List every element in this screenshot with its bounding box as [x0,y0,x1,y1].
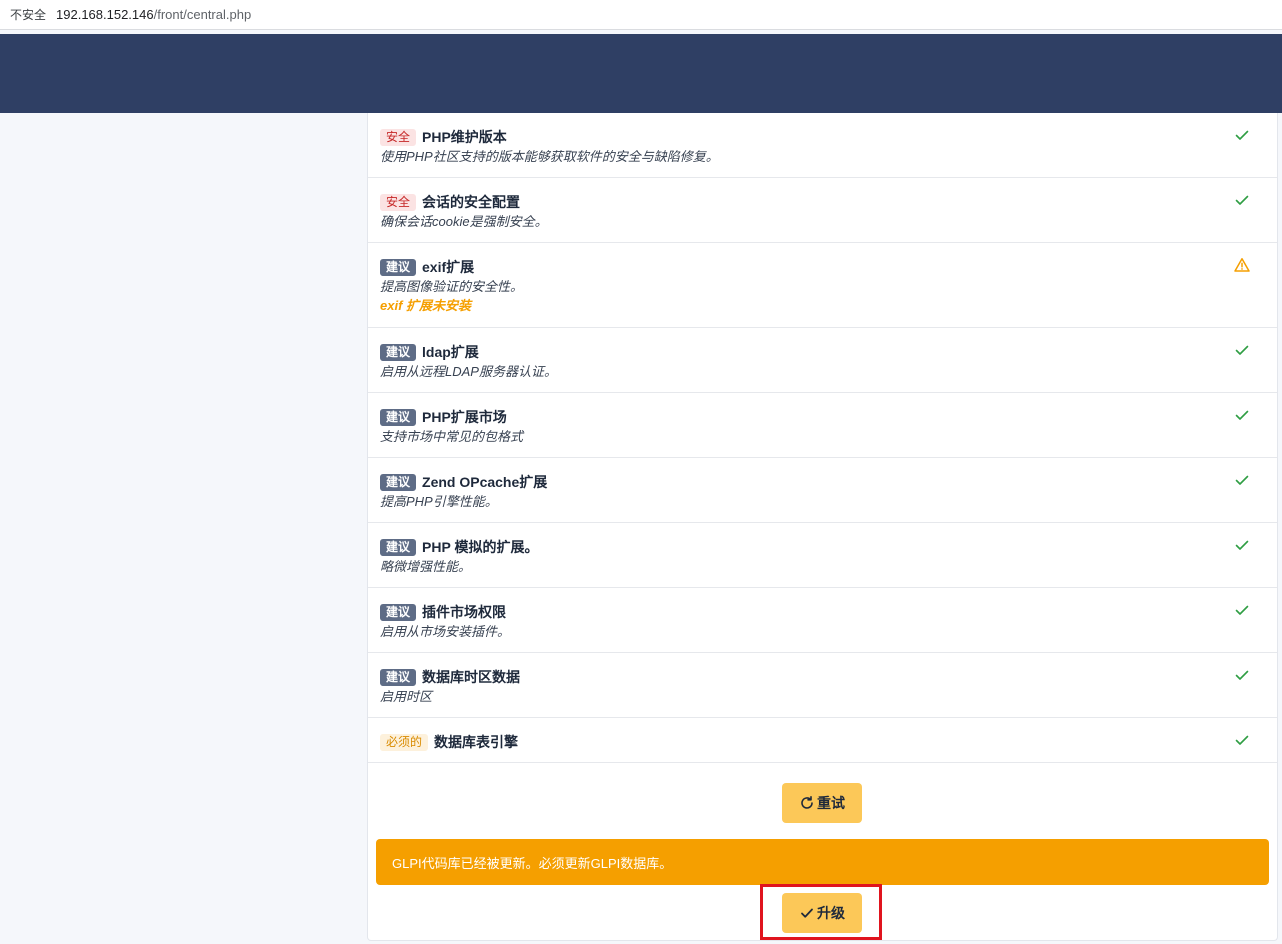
requirement-header: 建议 ldap扩展 [380,342,1265,362]
retry-button[interactable]: 重试 [782,783,862,823]
requirement-badge: 安全 [380,193,417,211]
requirement-header: 建议 exif扩展 [380,257,1265,277]
requirement-description: 确保会话cookie是强制安全。 [380,214,548,229]
requirement-badge: 建议 [380,668,417,686]
requirement-title: 数据库表引擎 [434,734,519,750]
check-icon [1235,735,1249,745]
requirement-badge: 建议 [380,343,417,361]
requirement-header: 安全 会话的安全配置 [380,192,1265,212]
requirement-row: 安全 PHP维护版本使用PHP社区支持的版本能够获取软件的安全与缺陷修复。 [368,113,1277,178]
check-icon [1235,130,1249,140]
requirement-badge: 建议 [380,473,417,491]
insecure-label[interactable]: 不安全 [10,6,46,23]
requirement-description: 启用从远程LDAP服务器认证。 [380,364,557,379]
alert-text: GLPI代码库已经被更新。必须更新GLPI数据库。 [392,855,673,871]
requirement-title: 插件市场权限 [422,604,507,620]
check-icon [1235,605,1249,615]
requirement-header: 建议 PHP扩展市场 [380,407,1265,427]
requirement-row: 建议 ldap扩展启用从远程LDAP服务器认证。 [368,328,1277,393]
check-icon [1235,410,1249,420]
check-icon [1235,670,1249,680]
requirement-header: 必须的 数据库表引擎 [380,732,1265,752]
requirement-row: 建议 Zend OPcache扩展提高PHP引擎性能。 [368,458,1277,523]
requirement-row: 建议 数据库时区数据启用时区 [368,653,1277,718]
requirement-description: 提高图像验证的安全性。 [380,279,524,294]
url-path[interactable]: /front/central.php [154,7,252,22]
requirement-row: 建议 PHP 模拟的扩展。略微增强性能。 [368,523,1277,588]
requirement-description: 启用时区 [380,689,433,704]
requirement-title: 会话的安全配置 [422,194,521,210]
check-icon [1235,345,1249,355]
check-icon [1235,540,1249,550]
browser-address-bar[interactable]: 不安全 192.168.152.146/front/central.php [0,0,1282,30]
requirement-row: 建议 PHP扩展市场支持市场中常见的包格式 [368,393,1277,458]
requirement-badge: 建议 [380,603,417,621]
check-icon [1235,475,1249,485]
requirement-header: 建议 Zend OPcache扩展 [380,472,1265,492]
requirement-title: PHP维护版本 [422,129,507,145]
upgrade-alert: GLPI代码库已经被更新。必须更新GLPI数据库。 [376,839,1269,885]
requirement-row: 安全 会话的安全配置确保会话cookie是强制安全。 [368,178,1277,243]
requirement-row: 必须的 数据库表引擎 [368,718,1277,763]
requirement-badge: 必须的 [380,733,429,751]
requirement-badge: 安全 [380,128,417,146]
requirement-header: 建议 插件市场权限 [380,602,1265,622]
requirement-badge: 建议 [380,258,417,276]
requirement-badge: 建议 [380,538,417,556]
requirement-description: 使用PHP社区支持的版本能够获取软件的安全与缺陷修复。 [380,149,719,164]
app-header [0,34,1282,113]
requirement-title: PHP扩展市场 [422,409,507,425]
check-icon [1235,195,1249,205]
requirement-description: 支持市场中常见的包格式 [380,429,524,444]
requirements-card: 安全 PHP维护版本 使用PHP社区支持的版本能够获取软件的安全与缺陷修复。 安全 会话… [367,113,1278,941]
retry-label: 重试 [817,795,845,811]
requirement-warning: exif 扩展未安装 [380,298,472,313]
requirement-header: 安全 PHP维护版本 [380,127,1265,147]
requirement-title: 数据库时区数据 [422,669,521,685]
requirement-title: Zend OPcache扩展 [422,474,548,490]
requirement-description: 启用从市场安装插件。 [380,624,511,639]
requirement-row: 建议 插件市场权限启用从市场安装插件。 [368,588,1277,653]
upgrade-label: 升级 [817,905,845,921]
requirement-title: PHP 模拟的扩展。 [422,539,539,555]
requirement-badge: 建议 [380,408,417,426]
requirement-description: 略微增强性能。 [380,559,472,574]
warning-triangle-icon [1234,258,1250,272]
check-icon [801,908,813,918]
url-host[interactable]: 192.168.152.146 [56,7,154,22]
upgrade-button[interactable]: 升级 [782,893,862,933]
requirements-list: 安全 PHP维护版本 使用PHP社区支持的版本能够获取软件的安全与缺陷修复。 安全 会话… [368,113,1277,763]
requirement-title: exif扩展 [422,259,475,275]
requirement-description: 提高PHP引擎性能。 [380,494,498,509]
requirement-title: ldap扩展 [422,344,479,360]
requirement-row: 建议 exif扩展提高图像验证的安全性。 exif 扩展未安装 [368,243,1277,328]
refresh-icon [801,796,813,809]
requirement-header: 建议 数据库时区数据 [380,667,1265,687]
requirement-header: 建议 PHP 模拟的扩展。 [380,537,1265,557]
